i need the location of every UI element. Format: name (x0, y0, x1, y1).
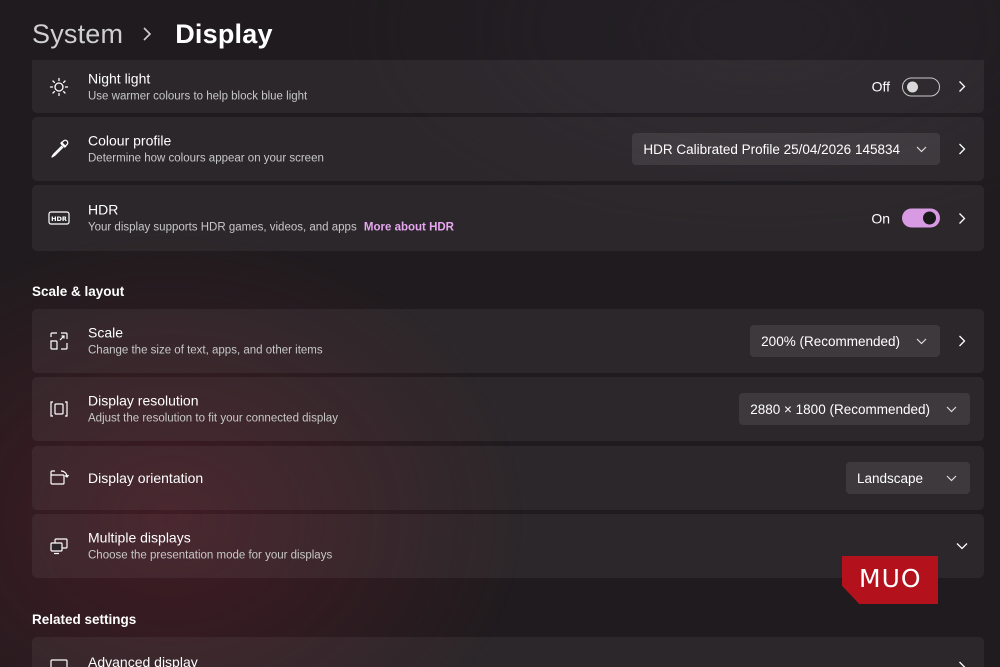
multiple-displays-icon (48, 535, 70, 557)
display-resolution-card[interactable]: Display resolution Adjust the resolution… (32, 377, 984, 441)
colour-profile-dropdown[interactable]: HDR Calibrated Profile 25/04/2026 145834 (632, 133, 940, 165)
chevron-down-icon (916, 143, 928, 155)
hdr-state: On (871, 210, 890, 226)
breadcrumb: System Display (32, 12, 273, 56)
resolution-icon (48, 398, 70, 420)
advanced-display-title: Advanced display (88, 654, 198, 667)
orientation-icon (48, 467, 70, 489)
monitor-icon (48, 656, 70, 667)
orientation-value: Landscape (857, 470, 924, 486)
chevron-down-icon (916, 335, 928, 347)
display-orientation-title: Display orientation (88, 470, 204, 486)
night-light-text: Night light Use warmer colours to help b… (88, 69, 307, 104)
chevron-right-icon[interactable] (954, 333, 970, 349)
display-resolution-title: Display resolution (88, 392, 199, 409)
chevron-right-icon (141, 25, 159, 43)
orientation-dropdown[interactable]: Landscape (846, 462, 970, 494)
chevron-right-icon[interactable] (954, 210, 970, 226)
resolution-value: 2880 × 1800 (Recommended) (750, 401, 930, 417)
svg-text:HDR: HDR (51, 215, 67, 223)
chevron-right-icon[interactable] (954, 659, 970, 667)
night-light-desc: Use warmer colours to help block blue li… (88, 90, 308, 102)
muo-watermark-text: MUO (859, 564, 922, 593)
section-header-related-settings: Related settings (32, 612, 137, 627)
colour-profile-card[interactable]: Colour profile Determine how colours app… (32, 117, 984, 181)
scale-value: 200% (Recommended) (761, 333, 900, 349)
hdr-icon: HDR (48, 207, 70, 229)
chevron-right-icon[interactable] (954, 141, 970, 157)
night-light-title: Night light (88, 70, 151, 86)
eyedropper-icon (48, 138, 70, 160)
chevron-right-icon[interactable] (954, 79, 970, 95)
resolution-dropdown[interactable]: 2880 × 1800 (Recommended) (739, 393, 970, 425)
night-light-toggle[interactable] (902, 77, 940, 96)
hdr-desc-row: Your display supports HDR games, videos,… (88, 220, 454, 236)
colour-profile-value: HDR Calibrated Profile 25/04/2026 145834 (643, 141, 900, 157)
chevron-down-icon (946, 472, 958, 484)
colour-profile-desc: Determine how colours appear on your scr… (88, 152, 324, 165)
multiple-displays-desc: Choose the presentation mode for your di… (88, 549, 333, 562)
night-light-card[interactable]: Night light Use warmer colours to help b… (32, 60, 984, 113)
page-title: Display (175, 18, 273, 49)
night-light-state: Off (871, 78, 890, 95)
sun-icon (48, 76, 70, 98)
scale-card[interactable]: Scale Change the size of text, apps, and… (32, 309, 984, 373)
scale-desc: Change the size of text, apps, and other… (88, 344, 323, 357)
hdr-desc: Your display supports HDR games, videos,… (88, 221, 357, 234)
muo-watermark-logo: MUO (842, 556, 938, 604)
display-orientation-card[interactable]: Display orientation Landscape (32, 446, 984, 510)
multiple-displays-card[interactable]: Multiple displays Choose the presentatio… (32, 514, 984, 578)
advanced-display-card[interactable]: Advanced display (32, 637, 984, 667)
breadcrumb-system[interactable]: System (32, 19, 123, 50)
scale-icon (48, 330, 70, 352)
section-header-scale-layout: Scale & layout (32, 284, 125, 299)
hdr-title: HDR (88, 201, 119, 218)
scale-dropdown[interactable]: 200% (Recommended) (750, 325, 940, 357)
multiple-displays-title: Multiple displays (88, 529, 191, 546)
more-about-hdr-link[interactable]: More about HDR (364, 222, 454, 234)
chevron-down-icon (946, 403, 958, 415)
colour-profile-title: Colour profile (88, 132, 172, 149)
display-resolution-desc: Adjust the resolution to fit your connec… (88, 412, 338, 425)
chevron-down-icon[interactable] (954, 538, 970, 554)
scale-title: Scale (88, 324, 124, 341)
hdr-toggle[interactable] (902, 208, 940, 228)
hdr-card[interactable]: HDR HDR Your display supports HDR games,… (32, 185, 984, 251)
